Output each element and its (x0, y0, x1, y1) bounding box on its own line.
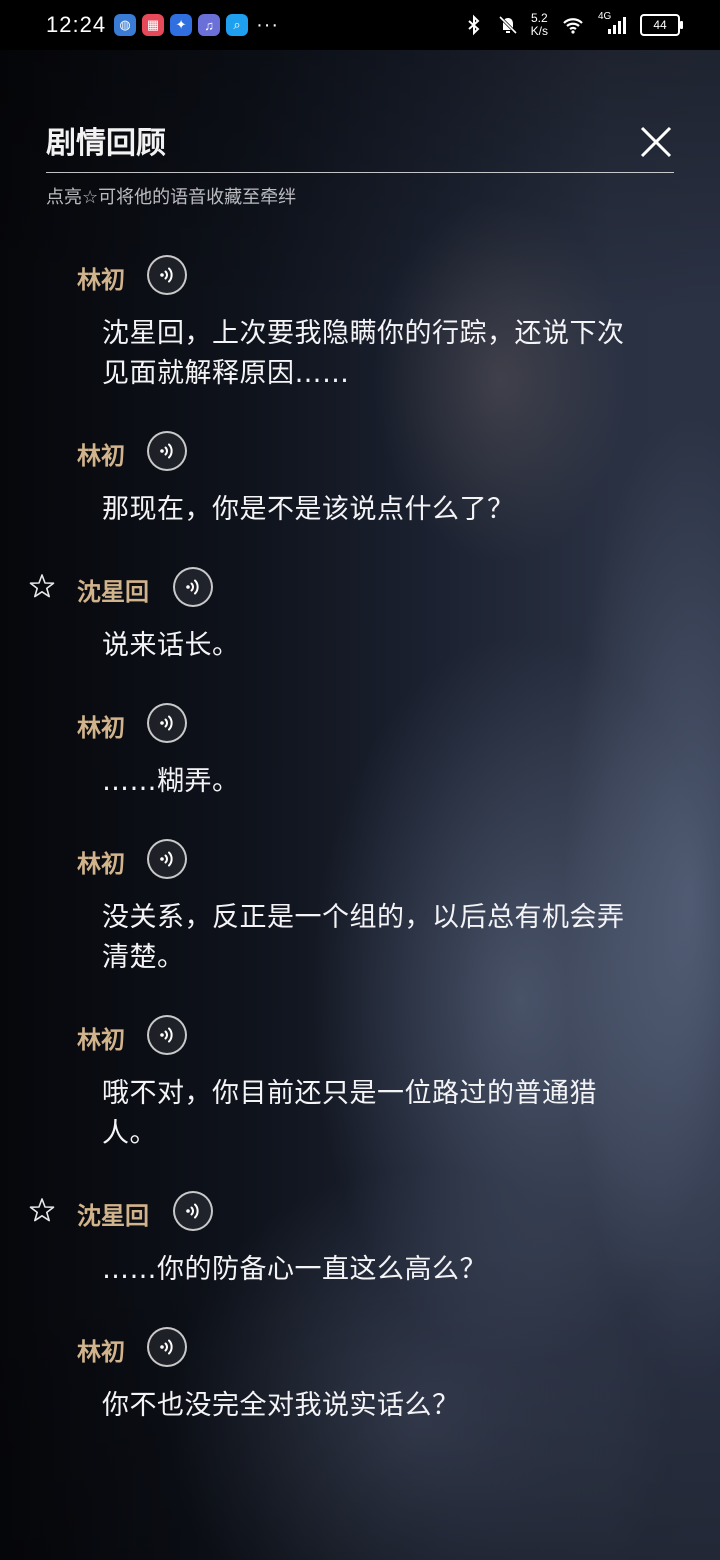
dialogue-entry: 林初哦不对，你目前还只是一位路过的普通猎人。 (0, 1010, 720, 1154)
notification-icons: ◍ ▦ ✦ ♫ ⌕ (114, 14, 249, 36)
net-speed-unit: K/s (530, 24, 548, 38)
dialogue-text: 沈星回，上次要我隐瞒你的行踪，还说下次见面就解释原因…… (102, 318, 625, 389)
voice-play-button[interactable] (147, 431, 187, 471)
dialogue-entry: 林初那现在，你是不是该说点什么了？ (0, 426, 720, 530)
voice-play-icon (160, 1339, 173, 1355)
dialogue-header: 林初 (0, 1322, 720, 1372)
speaker-name: 林初 (77, 441, 125, 470)
voice-play-icon (160, 1027, 173, 1043)
status-time: 12:24 (46, 12, 107, 37)
dialogue-header: 林初 (0, 250, 720, 300)
dialogue-header: 林初 (0, 1010, 720, 1060)
star-outline-icon[interactable] (28, 1196, 56, 1224)
page-title: 剧情回顾 (46, 126, 166, 161)
voice-play-button[interactable] (147, 255, 187, 295)
battery-indicator: 44 (640, 14, 683, 36)
calendar-app-icon: ▦ (142, 14, 165, 36)
speaker-name: 沈星回 (77, 1201, 149, 1230)
dialogue-text: ……你的防备心一直这么高么？ (102, 1254, 487, 1285)
wifi-icon (563, 18, 583, 34)
voice-play-icon (160, 267, 173, 283)
status-right: 5.2 K/s 4G 44 (463, 0, 683, 50)
dialogue-text: ……糊弄。 (102, 766, 240, 797)
voice-play-icon (160, 443, 173, 459)
mute-bell-icon (498, 15, 517, 35)
dialogue-entry: 林初 ……糊弄。 (0, 698, 720, 802)
net-speed: 5.2 K/s (531, 12, 548, 38)
battery-level: 44 (653, 18, 667, 32)
voice-play-button[interactable] (147, 1015, 187, 1055)
search-app-icon: ⌕ (226, 14, 249, 36)
dialogue-header: 林初 (0, 834, 720, 884)
voice-play-button[interactable] (147, 1327, 187, 1367)
dialogue-header: 林初 (0, 698, 720, 748)
dialogue-text: 你不也没完全对我说实话么？ (102, 1390, 460, 1421)
voice-play-button[interactable] (173, 1191, 213, 1231)
signal-bars-icon (608, 17, 626, 34)
lightbulb-app-icon: ✦ (170, 14, 193, 36)
speaker-name: 林初 (77, 1337, 125, 1366)
cellular-signal: 4G (598, 11, 628, 36)
more-notifications-icon: ··· (256, 13, 280, 36)
dialogue-text: 哦不对，你目前还只是一位路过的普通猎人。 (102, 1078, 597, 1149)
star-outline-icon[interactable] (28, 572, 56, 600)
voice-play-icon (186, 1203, 199, 1219)
speaker-name: 沈星回 (77, 577, 149, 606)
dialogue-text: 那现在，你是不是该说点什么了？ (102, 494, 515, 525)
close-icon (640, 126, 672, 158)
speaker-name: 林初 (77, 1025, 125, 1054)
dialogue-header: 林初 (0, 426, 720, 476)
dialogue-text: 没关系，反正是一个组的，以后总有机会弄清楚。 (102, 902, 625, 973)
dialogue-text: 说来话长。 (102, 630, 240, 661)
speaker-name: 林初 (77, 849, 125, 878)
dialogue-entry: 沈星回说来话长。 (0, 562, 720, 666)
voice-play-icon (160, 715, 173, 731)
close-button[interactable] (638, 124, 674, 160)
speaker-name: 林初 (77, 265, 125, 294)
header-divider (46, 172, 674, 173)
voice-play-button[interactable] (173, 567, 213, 607)
dialogue-list[interactable]: 林初 沈星回，上次要我隐瞒你的行踪，还说下次见面就解释原因…… 林初 那现在，你是不是… (0, 250, 720, 1425)
browser-app-icon: ◍ (114, 14, 137, 36)
dialogue-header: 沈星回 (0, 562, 720, 612)
bluetooth-icon (467, 14, 480, 36)
music-app-icon: ♫ (198, 14, 221, 36)
dialogue-header: 沈星回 (0, 1186, 720, 1236)
dialogue-entry: 沈星回 ……你的防备心一直这么高么？ (0, 1186, 720, 1290)
dialogue-entry: 林初没关系，反正是一个组的，以后总有机会弄清楚。 (0, 834, 720, 978)
voice-play-icon (160, 851, 173, 867)
voice-play-icon (186, 579, 199, 595)
dialogue-entry: 林初你不也没完全对我说实话么？ (0, 1322, 720, 1425)
favorite-hint: 点亮☆可将他的语音收藏至牵绊 (46, 187, 297, 208)
status-bar: 12:24 ◍ ▦ ✦ ♫ ⌕ ··· 5.2 K/s 4G 44 (0, 0, 720, 50)
voice-play-button[interactable] (147, 703, 187, 743)
voice-play-button[interactable] (147, 839, 187, 879)
speaker-name: 林初 (77, 713, 125, 742)
dialogue-entry: 林初沈星回，上次要我隐瞒你的行踪，还说下次见面就解释原因…… (0, 250, 720, 394)
